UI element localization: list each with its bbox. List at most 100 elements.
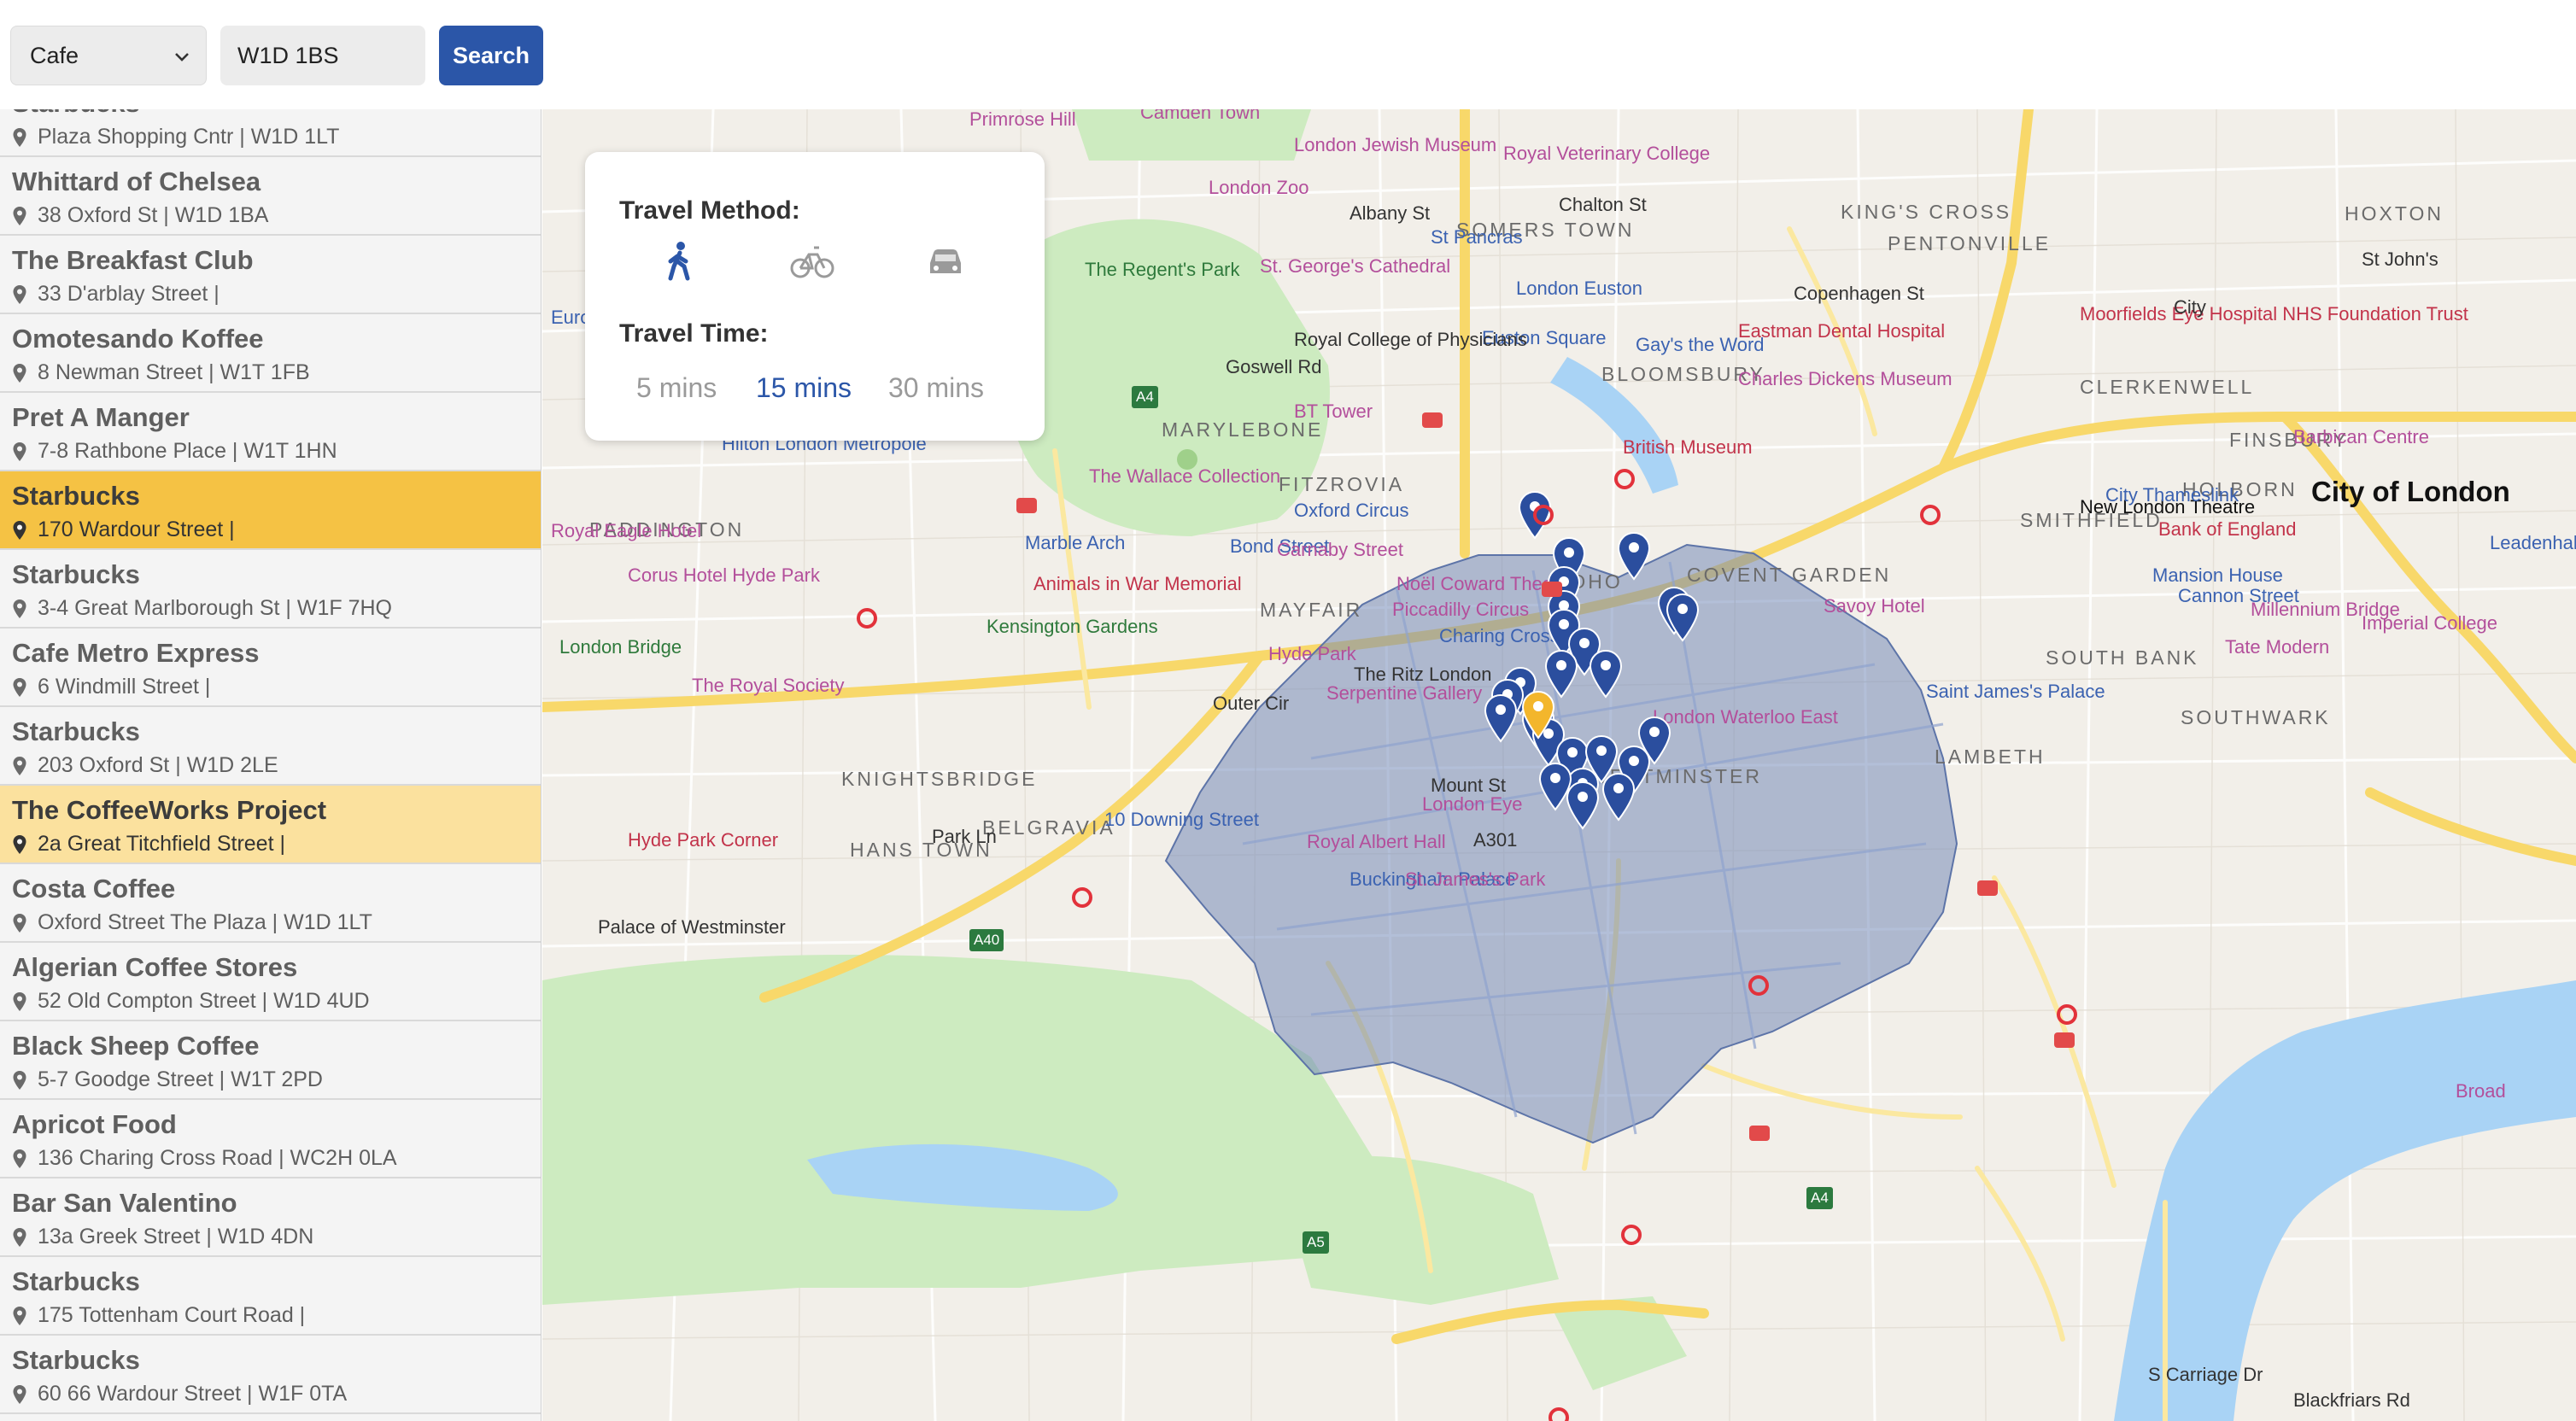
place-address-row: Plaza Shopping Cntr | W1D 1LT <box>12 125 339 149</box>
location-pin-icon <box>13 206 26 225</box>
chevron-down-icon <box>175 53 189 61</box>
place-name: Omotesando Koffee <box>12 324 264 354</box>
place-address-row: 170 Wardour Street | <box>12 518 235 542</box>
place-address-row: 52 Old Compton Street | W1D 4UD <box>12 989 370 1014</box>
rail-icon-cannon <box>2054 1032 2075 1048</box>
place-address-row: 5-7 Goodge Street | W1T 2PD <box>12 1067 323 1092</box>
location-pin-icon <box>13 834 26 854</box>
place-name: Bar San Valentino <box>12 1188 237 1218</box>
place-address: Oxford Street The Plaza | W1D 1LT <box>38 910 372 934</box>
location-pin-icon <box>13 1070 26 1090</box>
search-button[interactable]: Search <box>439 26 543 85</box>
travel-panel: Travel Method: Travel Time: 5 mins 15 mi… <box>585 152 1045 441</box>
location-pin-icon <box>13 127 26 147</box>
place-address: 175 Tottenham Court Road | <box>38 1303 306 1327</box>
location-pin-icon <box>13 756 26 775</box>
postcode-input[interactable]: W1D 1BS <box>220 26 425 85</box>
place-address-row: 33 D'arblay Street | <box>12 282 220 307</box>
place-address: Plaza Shopping Cntr | W1D 1LT <box>38 125 340 149</box>
place-name: Algerian Coffee Stores <box>12 952 298 982</box>
list-item[interactable]: Starbucks 175 Tottenham Court Road | <box>0 1257 541 1336</box>
place-address-row: 2a Great Titchfield Street | <box>12 832 285 857</box>
place-name: Starbucks <box>12 716 140 746</box>
place-address-row: 38 Oxford St | W1D 1BA <box>12 203 268 228</box>
list-item[interactable]: Algerian Coffee Stores 52 Old Compton Str… <box>0 943 541 1021</box>
list-item[interactable]: Black Sheep Coffee 5-7 Goodge Street | W1… <box>0 1021 541 1100</box>
results-list[interactable]: Starbucks Plaza Shopping Cntr | W1D 1LT Wh… <box>0 109 542 1421</box>
time-option-30[interactable]: 30 mins <box>888 372 984 404</box>
place-address: 2a Great Titchfield Street | <box>38 832 285 856</box>
place-address: 13a Greek Street | W1D 4DN <box>38 1225 314 1248</box>
list-item[interactable]: The CoffeeWorks Project 2a Great Titchfie… <box>0 786 541 864</box>
category-select[interactable]: Cafe <box>10 26 207 85</box>
place-name: The CoffeeWorks Project <box>12 795 327 825</box>
place-address: 60 66 Wardour Street | W1F 0TA <box>38 1382 348 1406</box>
list-item[interactable]: Costa Coffee Oxford Street The Plaza | W1… <box>0 864 541 943</box>
location-pin-icon <box>13 991 26 1011</box>
list-item[interactable]: Omotesando Koffee 8 Newman Street | W1T 1… <box>0 314 541 393</box>
location-pin-icon <box>13 520 26 540</box>
location-pin-icon <box>13 1384 26 1404</box>
place-address: 170 Wardour Street | <box>38 518 235 541</box>
location-pin-icon <box>13 677 26 697</box>
place-name: Pret A Manger <box>12 402 190 432</box>
list-item[interactable]: Starbucks 170 Wardour Street | <box>0 471 541 550</box>
walk-icon[interactable] <box>655 237 703 285</box>
travel-time-label: Travel Time: <box>619 319 769 348</box>
place-address-row: 3-4 Great Marlborough St | W1F 7HQ <box>12 596 392 621</box>
place-address: 8 Newman Street | W1T 1FB <box>38 360 310 384</box>
rail-icon-thameslink <box>1977 880 1998 896</box>
place-address: 5-7 Goodge Street | W1T 2PD <box>38 1067 323 1091</box>
place-name: Cafe Metro Express <box>12 638 260 668</box>
place-address-row: 7-8 Rathbone Place | W1T 1HN <box>12 439 337 464</box>
rail-icon-marylebone <box>1016 498 1037 513</box>
place-address: 52 Old Compton Street | W1D 4UD <box>38 989 370 1013</box>
place-address-row: 60 66 Wardour Street | W1F 0TA <box>12 1382 347 1406</box>
place-name: Whittard of Chelsea <box>12 167 261 196</box>
results-list-inner: Starbucks Plaza Shopping Cntr | W1D 1LT Wh… <box>0 109 541 1414</box>
list-item[interactable]: Starbucks 3-4 Great Marlborough St | W1F … <box>0 550 541 629</box>
place-address: 3-4 Great Marlborough St | W1F 7HQ <box>38 596 392 620</box>
place-address: 203 Oxford St | W1D 2LE <box>38 753 278 777</box>
location-pin-icon <box>13 284 26 304</box>
time-option-5[interactable]: 5 mins <box>636 372 717 404</box>
place-address: 33 D'arblay Street | <box>38 282 220 306</box>
location-pin-icon <box>13 1306 26 1325</box>
place-name: Starbucks <box>12 481 140 511</box>
place-name: Starbucks <box>12 1266 140 1296</box>
list-item[interactable]: Apricot Food 136 Charing Cross Road | WC2… <box>0 1100 541 1178</box>
place-address: 6 Windmill Street | <box>38 675 211 699</box>
bike-icon[interactable] <box>788 237 836 285</box>
place-address-row: 175 Tottenham Court Road | <box>12 1303 305 1328</box>
car-icon[interactable] <box>922 237 969 285</box>
place-address-row: 203 Oxford St | W1D 2LE <box>12 753 278 778</box>
rail-icon-euston <box>1542 582 1562 597</box>
list-item[interactable]: Cafe Metro Express 6 Windmill Street | <box>0 629 541 707</box>
list-item[interactable]: Pret A Manger 7-8 Rathbone Place | W1T 1H… <box>0 393 541 471</box>
location-pin-icon <box>13 363 26 383</box>
place-address: 38 Oxford St | W1D 1BA <box>38 203 269 227</box>
place-address: 7-8 Rathbone Place | W1T 1HN <box>38 439 337 463</box>
list-item[interactable]: Starbucks 60 66 Wardour Street | W1F 0TA <box>0 1336 541 1414</box>
place-address: 136 Charing Cross Road | WC2H 0LA <box>38 1146 397 1170</box>
place-name: Costa Coffee <box>12 874 176 903</box>
place-name: Apricot Food <box>12 1109 177 1139</box>
location-pin-icon <box>13 442 26 461</box>
underground-icon <box>857 469 2077 1421</box>
place-address-row: 8 Newman Street | W1T 1FB <box>12 360 310 385</box>
time-option-15[interactable]: 15 mins <box>756 372 852 404</box>
list-item[interactable]: The Breakfast Club 33 D'arblay Street | <box>0 236 541 314</box>
location-pin-icon <box>13 1149 26 1168</box>
location-pin-icon <box>13 1227 26 1247</box>
place-address-row: 136 Charing Cross Road | WC2H 0LA <box>12 1146 397 1171</box>
list-item[interactable]: Bar San Valentino 13a Greek Street | W1D … <box>0 1178 541 1257</box>
rail-icon-charingcross <box>1749 1126 1770 1141</box>
place-name: The Breakfast Club <box>12 245 254 275</box>
list-item[interactable]: Starbucks 203 Oxford St | W1D 2LE <box>0 707 541 786</box>
list-item[interactable]: Whittard of Chelsea 38 Oxford St | W1D 1B… <box>0 157 541 236</box>
place-name: Starbucks <box>12 559 140 589</box>
list-item[interactable]: Starbucks Plaza Shopping Cntr | W1D 1LT <box>0 109 541 157</box>
map[interactable]: MARYLEBONE FITZROVIA BLOOMSBURY SOMERS TOWN… <box>542 109 2576 1421</box>
place-address-row: 13a Greek Street | W1D 4DN <box>12 1225 313 1249</box>
place-address-row: Oxford Street The Plaza | W1D 1LT <box>12 910 372 935</box>
